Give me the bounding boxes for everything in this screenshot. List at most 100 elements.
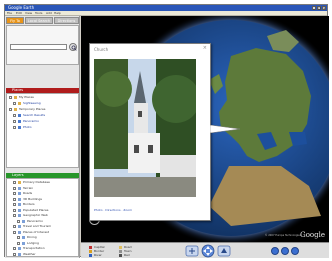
checkbox[interactable] — [13, 181, 16, 184]
layer-icon — [18, 252, 21, 256]
layer-icon — [18, 197, 21, 201]
checkbox[interactable] — [13, 247, 16, 250]
layer-item[interactable]: Travel and Tourism — [7, 224, 78, 229]
checkbox[interactable] — [13, 197, 16, 201]
tab-fly-to[interactable]: Fly To — [6, 17, 24, 24]
pan-arrows-icon — [201, 244, 215, 258]
layer-icon — [18, 225, 21, 228]
info-balloon[interactable]: Church × Photo · Directions · Zoom — [89, 43, 211, 221]
layer-item[interactable]: Panoramio — [7, 219, 78, 224]
search-panel — [6, 25, 79, 65]
layer-item-label: Transportation — [23, 246, 45, 250]
zoom-icon — [185, 245, 199, 257]
folder-icon — [14, 108, 17, 111]
church-photo — [94, 59, 196, 197]
layer-item[interactable]: Dining — [7, 235, 78, 240]
layer-item-label: Lodging — [27, 240, 39, 245]
legend-item: River — [89, 253, 102, 257]
layer-item-label: Geographic Web — [23, 213, 48, 217]
tab-local-search[interactable]: Local Search — [25, 17, 53, 24]
layers-panel: Primary Database Terrain Roads 3D Buildings… — [6, 178, 79, 257]
tree-item-label: Temporary Places — [19, 107, 46, 111]
tree-item[interactable]: My Places — [7, 95, 78, 100]
maximize-button[interactable]: □ — [317, 6, 321, 10]
tree-item[interactable]: Search Results — [7, 113, 78, 118]
layer-item-label: Terrain — [23, 185, 34, 190]
minimize-button[interactable]: _ — [312, 6, 316, 10]
app-window: Google Earth _ □ × File Edit View Tools … — [4, 4, 329, 258]
layer-icon — [22, 241, 25, 245]
tree-item-label: My Places — [19, 95, 34, 99]
tab-directions[interactable]: Directions — [54, 17, 79, 24]
tilt-control[interactable] — [217, 244, 231, 258]
checkbox[interactable] — [13, 192, 16, 195]
play-tour-button[interactable] — [271, 247, 279, 255]
checkbox[interactable] — [13, 214, 16, 217]
zoom-control[interactable] — [185, 244, 199, 258]
pause-tour-button[interactable] — [281, 247, 289, 255]
legend-label: Rail — [124, 253, 130, 257]
tree-item[interactable]: Temporary Places — [7, 107, 78, 112]
checkbox[interactable] — [13, 186, 16, 190]
stop-tour-button[interactable] — [291, 247, 299, 255]
checkbox[interactable] — [13, 120, 16, 123]
layer-icon — [18, 208, 21, 212]
checkbox[interactable] — [9, 96, 12, 99]
pan-control[interactable] — [201, 244, 215, 258]
places-panel: My Places Sightseeing Temporary Places S… — [6, 93, 79, 168]
layer-item-label: Travel and Tourism — [23, 224, 52, 228]
balloon-title: Church — [94, 47, 109, 52]
checkbox[interactable] — [13, 102, 16, 105]
placemark-icon — [18, 120, 21, 123]
layer-item[interactable]: Places of Interest — [7, 230, 78, 235]
search-button[interactable] — [69, 43, 77, 51]
checkbox[interactable] — [13, 114, 16, 117]
layer-item[interactable]: Transportation — [7, 246, 78, 251]
legend-swatch — [119, 254, 122, 257]
checkbox[interactable] — [13, 225, 16, 228]
checkbox[interactable] — [13, 126, 16, 129]
layer-item[interactable]: Terrain — [7, 186, 78, 191]
checkbox[interactable] — [9, 108, 12, 111]
close-button[interactable]: × — [322, 6, 326, 10]
layer-icon — [18, 186, 21, 190]
checkbox[interactable] — [13, 252, 16, 256]
checkbox[interactable] — [13, 208, 16, 212]
tilt-icon — [217, 245, 231, 257]
layer-item[interactable]: Primary Database — [7, 180, 78, 185]
search-input[interactable] — [10, 44, 67, 50]
tree-item[interactable]: Panoramio — [7, 119, 78, 124]
layer-item[interactable]: Roads — [7, 191, 78, 196]
layer-icon — [18, 203, 21, 206]
close-icon[interactable]: × — [203, 46, 207, 51]
balloon-links[interactable]: Photo · Directions · Zoom — [94, 208, 132, 212]
layer-item-label: Weather — [23, 251, 36, 256]
checkbox[interactable] — [17, 241, 20, 245]
bottom-toolbar: Capital Border River Road Town Rail — [81, 242, 329, 258]
legend-swatch — [89, 254, 92, 257]
layer-icon — [18, 181, 21, 184]
legend-item: Rail — [119, 253, 130, 257]
balloon-pointer — [210, 125, 240, 133]
imagery-credit: © 2007 Europa Technologies — [264, 234, 301, 237]
layer-item-label: 3D Buildings — [23, 196, 42, 201]
checkbox[interactable] — [17, 236, 20, 239]
layer-item[interactable]: Borders — [7, 202, 78, 207]
layer-item[interactable]: Populated Places — [7, 208, 78, 213]
layer-icon — [22, 236, 25, 239]
tree-item-label: Photo — [23, 125, 32, 129]
layer-item[interactable]: Lodging — [7, 241, 78, 246]
map-legend: Capital Border River Road Town Rail — [89, 245, 173, 257]
layer-icon — [18, 247, 21, 250]
layer-icon — [18, 230, 21, 234]
placemark-icon — [18, 126, 21, 129]
layer-item[interactable]: 3D Buildings — [7, 197, 78, 202]
tree-item[interactable]: Photo — [7, 125, 78, 130]
checkbox[interactable] — [17, 219, 20, 223]
tree-item[interactable]: Sightseeing — [7, 101, 78, 106]
layer-item[interactable]: Geographic Web — [7, 213, 78, 218]
checkbox[interactable] — [13, 203, 16, 206]
layer-item[interactable]: Weather — [7, 252, 78, 257]
checkbox[interactable] — [13, 230, 16, 234]
folder-icon — [14, 96, 17, 99]
